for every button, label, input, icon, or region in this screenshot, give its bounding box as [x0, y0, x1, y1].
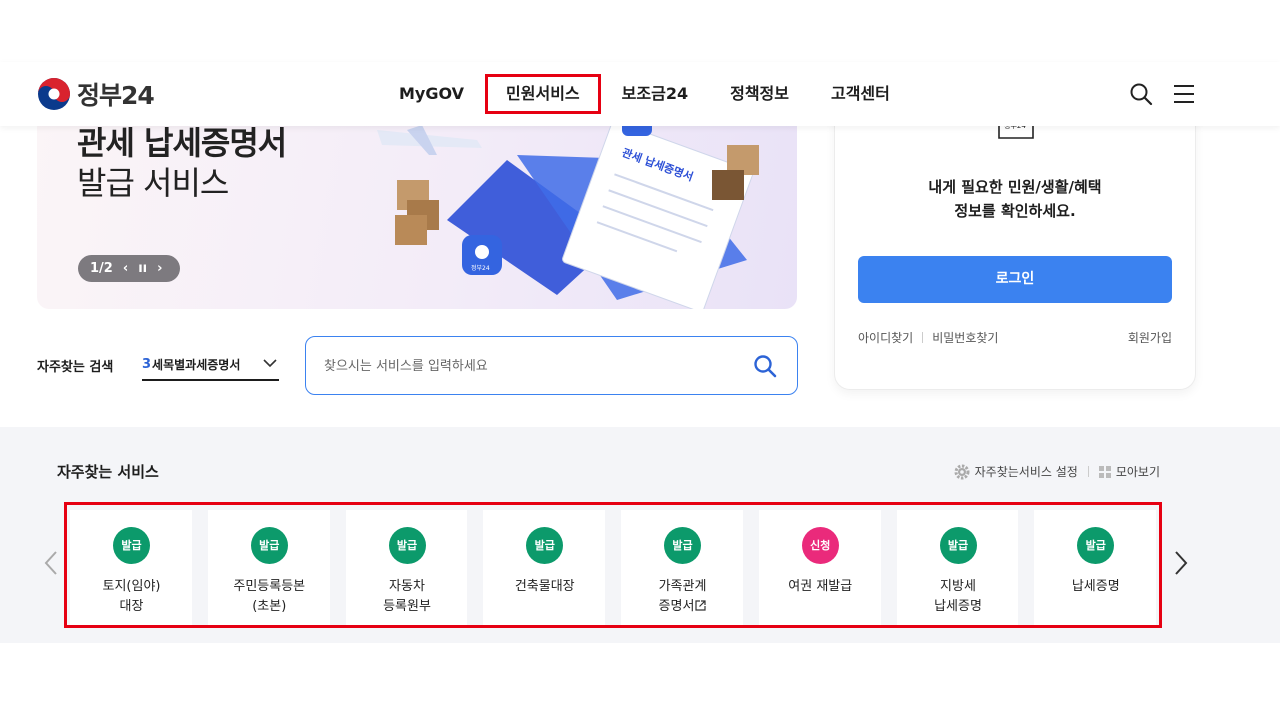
service-badge: 발급 [250, 527, 288, 564]
service-search-box [305, 336, 798, 395]
frequent-search-select[interactable]: 3 세목별과세증명서 [142, 350, 279, 381]
banner-illustration: 관세 납세증명서 정부24 [377, 110, 759, 309]
nav-mygov[interactable]: MyGOV [378, 74, 485, 114]
join-link[interactable]: 회원가입 [1128, 329, 1172, 346]
service-label-line1: 자동차 [389, 579, 425, 594]
frequent-services-tools: 자주찾는서비스 설정 모아보기 [954, 463, 1160, 480]
service-label-line2: 대장 [119, 599, 144, 614]
external-link-icon [695, 600, 707, 611]
hamburger-menu-icon[interactable] [1172, 82, 1196, 106]
service-label-line2: 증명서 [658, 599, 695, 614]
frequent-search-label: 자주찾는 검색 [37, 360, 114, 375]
service-label: 여권 재발급 [759, 577, 882, 597]
service-label: 토지(임야) 대장 [70, 577, 193, 617]
main-banner[interactable]: 관세 납세증명서 발급 서비스 1/2 ‹ ıı › 관세 납세증명서 정부24 [37, 100, 797, 309]
service-badge: 발급 [1077, 527, 1115, 564]
service-card-passport-reissue[interactable]: 신청 여권 재발급 [758, 510, 882, 625]
service-label-line2: 등록원부 [383, 599, 431, 614]
service-label-line1: 여권 재발급 [788, 579, 853, 594]
service-label-line1: 주민등록등본 [233, 579, 306, 594]
carousel-next-icon[interactable] [1173, 550, 1189, 576]
frequent-services-section: 자주찾는 서비스 자주찾는서비스 설정 모아보기 발급 토지(임야) 대장 발급… [0, 427, 1280, 643]
frequent-search-value: 세목별과세증명서 [152, 358, 241, 372]
nav-customer-center[interactable]: 고객센터 [810, 74, 911, 114]
frequent-services-title: 자주찾는 서비스 [57, 463, 159, 481]
service-card-family-relation[interactable]: 발급 가족관계 증명서 [621, 510, 743, 625]
find-id-link[interactable]: 아이디찾기 [858, 329, 913, 346]
service-label-line1: 가족관계 [658, 579, 707, 594]
settings-label: 자주찾는서비스 설정 [974, 465, 1078, 479]
logo[interactable]: 정부24 [37, 77, 155, 111]
nav-policy-info[interactable]: 정책정보 [709, 74, 810, 114]
service-label: 지방세 납세증명 [897, 577, 1020, 617]
service-label-line2: 납세증명 [934, 599, 982, 614]
service-card-resident-registration[interactable]: 발급 주민등록등본 (초본) [207, 510, 331, 625]
frequent-services-list: 발급 토지(임야) 대장 발급 주민등록등본 (초본) 발급 자동차 등록원부 [64, 502, 1162, 628]
service-label: 자동차 등록원부 [346, 577, 469, 617]
service-badge: 신청 [801, 527, 839, 564]
grid-icon [1098, 465, 1111, 478]
service-badge: 발급 [526, 527, 564, 564]
banner-title-line2: 발급 서비스 [77, 164, 229, 202]
service-card-tax-certificate[interactable]: 발급 납세증명 [1034, 510, 1156, 625]
service-search-input[interactable] [324, 354, 724, 378]
page: 정부24 MyGOV 민원서비스 보조금24 정책정보 고객센터 관세 납세증명… [0, 0, 1280, 720]
service-label: 건축물대장 [483, 577, 606, 597]
service-label-line2: (초본) [252, 599, 287, 614]
nav-civil-service[interactable]: 민원서비스 [485, 74, 601, 114]
banner-next-button[interactable]: › [157, 261, 162, 276]
find-password-link[interactable]: 비밀번호찾기 [932, 329, 998, 346]
service-label: 납세증명 [1034, 577, 1157, 597]
frequent-search-rank: 3 [142, 357, 152, 372]
login-card: 정부24 내게 필요한 민원/생활/혜택 정보를 확인하세요. 로그인 아이디찾… [834, 100, 1196, 390]
chevron-down-icon [263, 359, 277, 368]
login-button[interactable]: 로그인 [858, 256, 1172, 303]
service-badge: 발급 [939, 527, 977, 564]
login-message: 내게 필요한 민원/생활/혜택 정보를 확인하세요. [835, 175, 1195, 223]
service-label: 주민등록등본 (초본) [208, 577, 331, 617]
service-label-line1: 토지(임야) [102, 579, 161, 594]
banner-pause-button[interactable]: ıı [138, 261, 147, 276]
service-card-building-ledger[interactable]: 발급 건축물대장 [483, 510, 605, 625]
banner-prev-button[interactable]: ‹ [123, 261, 128, 276]
service-card-land-ledger[interactable]: 발급 토지(임야) 대장 [70, 510, 192, 625]
login-message-line2: 정보를 확인하세요. [954, 202, 1076, 220]
header: 정부24 MyGOV 민원서비스 보조금24 정책정보 고객센터 [0, 62, 1280, 126]
service-label-line1: 지방세 [940, 579, 976, 594]
service-card-local-tax-certificate[interactable]: 발급 지방세 납세증명 [896, 510, 1020, 625]
service-label-line2-wrap: 증명서 [621, 597, 744, 617]
taegeuk-logo-icon [38, 78, 70, 110]
service-label-line1: 건축물대장 [514, 579, 575, 594]
link-divider [922, 332, 924, 343]
banner-controls: 1/2 ‹ ıı › [78, 255, 180, 282]
service-label-line1: 납세증명 [1071, 579, 1120, 594]
banner-pager: 1/2 [90, 261, 113, 276]
banner-app-logo-text: 정부24 [471, 265, 490, 272]
main-nav: MyGOV 민원서비스 보조금24 정책정보 고객센터 [378, 62, 911, 126]
frequent-services-settings-button[interactable]: 자주찾는서비스 설정 [954, 463, 1078, 480]
logo-text: 정부24 [77, 81, 155, 110]
search-submit-icon[interactable] [753, 354, 777, 378]
login-message-line1: 내게 필요한 민원/생활/혜택 [928, 178, 1102, 196]
service-badge: 발급 [113, 527, 150, 564]
tools-divider [1087, 466, 1089, 477]
service-badge: 발급 [664, 527, 701, 564]
service-badge: 발급 [388, 527, 426, 564]
view-all-label: 모아보기 [1115, 465, 1160, 479]
nav-subsidy24[interactable]: 보조금24 [601, 74, 709, 114]
service-label: 가족관계 증명서 [621, 577, 744, 617]
service-card-vehicle-registration[interactable]: 발급 자동차 등록원부 [345, 510, 469, 625]
view-all-button[interactable]: 모아보기 [1098, 463, 1160, 480]
search-icon[interactable] [1129, 82, 1153, 106]
gear-icon [954, 464, 970, 479]
login-links: 아이디찾기 비밀번호찾기 [858, 329, 998, 346]
carousel-prev-icon[interactable] [43, 550, 59, 576]
